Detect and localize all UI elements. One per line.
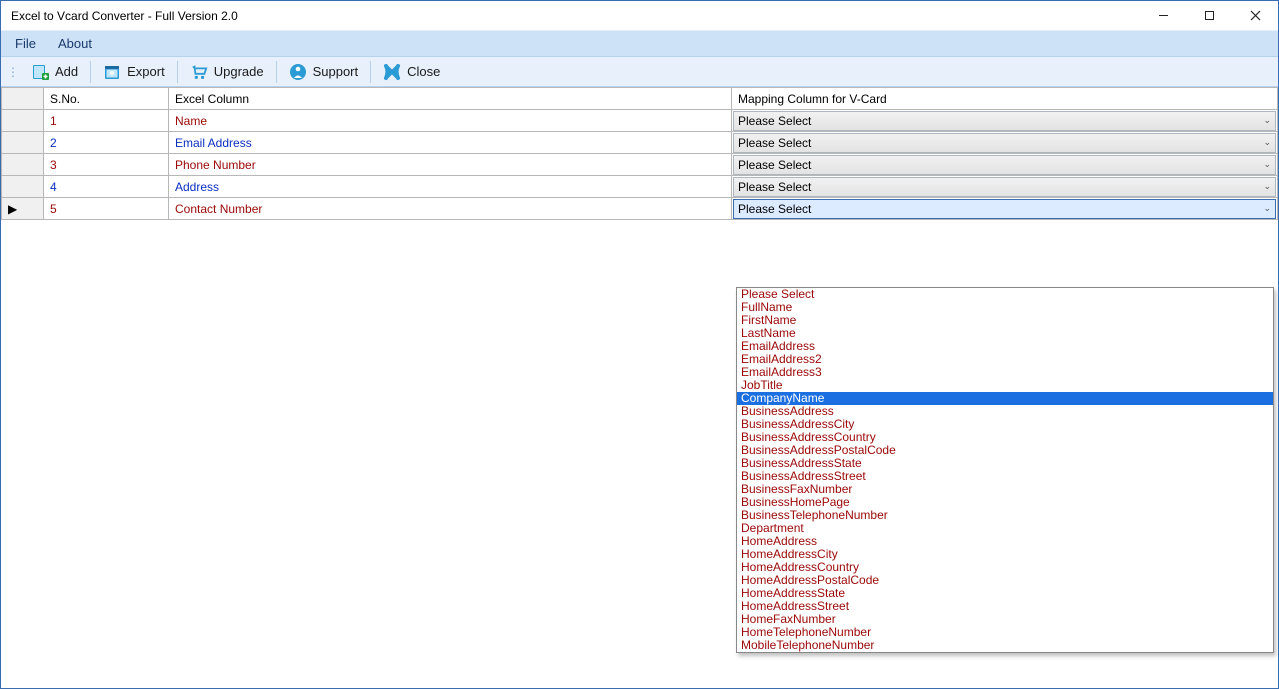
header-indicator — [2, 88, 44, 110]
cell-sno: 2 — [44, 132, 169, 154]
row-indicator — [2, 176, 44, 198]
app-window: Excel to Vcard Converter - Full Version … — [0, 0, 1279, 689]
dropdown-option[interactable]: FullName — [737, 301, 1273, 314]
titlebar: Excel to Vcard Converter - Full Version … — [1, 1, 1278, 31]
mapping-combobox[interactable]: Please Select ⌄ — [733, 133, 1276, 153]
toolbar-grip: ⋮ — [5, 65, 21, 79]
export-button[interactable]: Export — [93, 58, 175, 86]
chevron-down-icon: ⌄ — [1263, 115, 1271, 126]
dropdown-option[interactable]: EmailAddress3 — [737, 366, 1273, 379]
cell-sno: 4 — [44, 176, 169, 198]
close-window-button[interactable] — [1232, 1, 1278, 31]
mapping-dropdown[interactable]: Please SelectFullNameFirstNameLastName Em… — [736, 287, 1274, 653]
cell-sno: 5 — [44, 198, 169, 220]
export-label: Export — [127, 64, 165, 79]
menu-about[interactable]: About — [58, 36, 92, 51]
upgrade-icon — [190, 63, 208, 81]
row-indicator: ▶ — [2, 198, 44, 220]
cell-sno: 3 — [44, 154, 169, 176]
combobox-value: Please Select — [738, 202, 811, 216]
upgrade-button[interactable]: Upgrade — [180, 58, 274, 86]
header-mapping-column[interactable]: Mapping Column for V-Card — [732, 88, 1278, 110]
table-row[interactable]: 1Name Please Select ⌄ — [2, 110, 1278, 132]
toolbar-separator — [370, 61, 371, 83]
cell-sno: 1 — [44, 110, 169, 132]
chevron-down-icon: ⌄ — [1263, 137, 1271, 148]
toolbar: ⋮ Add Export Upgrade Support — [1, 57, 1278, 87]
cell-mapping: Please Select ⌄ — [732, 176, 1278, 198]
table-row[interactable]: 4Address Please Select ⌄ — [2, 176, 1278, 198]
mapping-combobox[interactable]: Please Select ⌄ — [733, 177, 1276, 197]
support-label: Support — [313, 64, 359, 79]
dropdown-option[interactable]: BusinessTelephoneNumber — [737, 509, 1273, 522]
close-button[interactable]: Close — [373, 58, 450, 86]
combobox-value: Please Select — [738, 158, 811, 172]
header-sno[interactable]: S.No. — [44, 88, 169, 110]
window-title: Excel to Vcard Converter - Full Version … — [11, 9, 238, 23]
cell-mapping: Please Select ⌄ — [732, 154, 1278, 176]
combobox-value: Please Select — [738, 136, 811, 150]
dropdown-option[interactable]: LastName — [737, 327, 1273, 340]
row-indicator — [2, 154, 44, 176]
table-row[interactable]: ▶5Contact Number Please Select ⌄ — [2, 198, 1278, 220]
dropdown-option[interactable]: FirstName — [737, 314, 1273, 327]
combobox-value: Please Select — [738, 180, 811, 194]
cell-excel-column: Phone Number — [169, 154, 732, 176]
add-label: Add — [55, 64, 78, 79]
toolbar-separator — [276, 61, 277, 83]
cell-excel-column: Contact Number — [169, 198, 732, 220]
cell-excel-column: Name — [169, 110, 732, 132]
row-indicator — [2, 132, 44, 154]
mapping-combobox[interactable]: Please Select ⌄ — [733, 111, 1276, 131]
cell-mapping: Please Select ⌄ — [732, 110, 1278, 132]
dropdown-option[interactable]: Department — [737, 522, 1273, 535]
chevron-down-icon: ⌄ — [1263, 159, 1271, 170]
cell-mapping: Please Select ⌄ — [732, 132, 1278, 154]
close-label: Close — [407, 64, 440, 79]
add-icon — [31, 63, 49, 81]
mapping-grid: S.No. Excel Column Mapping Column for V-… — [1, 87, 1278, 220]
combobox-value: Please Select — [738, 114, 811, 128]
table-row[interactable]: 3Phone Number Please Select ⌄ — [2, 154, 1278, 176]
row-indicator — [2, 110, 44, 132]
maximize-button[interactable] — [1186, 1, 1232, 31]
add-button[interactable]: Add — [21, 58, 88, 86]
content-area: S.No. Excel Column Mapping Column for V-… — [1, 87, 1278, 688]
toolbar-separator — [90, 61, 91, 83]
menubar: File About — [1, 31, 1278, 57]
toolbar-separator — [177, 61, 178, 83]
export-icon — [103, 63, 121, 81]
upgrade-label: Upgrade — [214, 64, 264, 79]
chevron-down-icon: ⌄ — [1263, 203, 1271, 214]
dropdown-option[interactable]: MobileTelephoneNumber — [737, 639, 1273, 652]
table-row[interactable]: 2Email Address Please Select ⌄ — [2, 132, 1278, 154]
cell-mapping: Please Select ⌄ — [732, 198, 1278, 220]
cell-excel-column: Address — [169, 176, 732, 198]
mapping-combobox[interactable]: Please Select ⌄ — [733, 155, 1276, 175]
mapping-combobox[interactable]: Please Select ⌄ — [733, 199, 1276, 219]
cell-excel-column: Email Address — [169, 132, 732, 154]
menu-file[interactable]: File — [15, 36, 36, 51]
chevron-down-icon: ⌄ — [1263, 181, 1271, 192]
support-icon — [289, 63, 307, 81]
minimize-button[interactable] — [1140, 1, 1186, 31]
support-button[interactable]: Support — [279, 58, 369, 86]
window-controls — [1140, 1, 1278, 31]
header-excel-column[interactable]: Excel Column — [169, 88, 732, 110]
dropdown-option[interactable]: Please Select — [737, 288, 1273, 301]
close-icon — [383, 63, 401, 81]
